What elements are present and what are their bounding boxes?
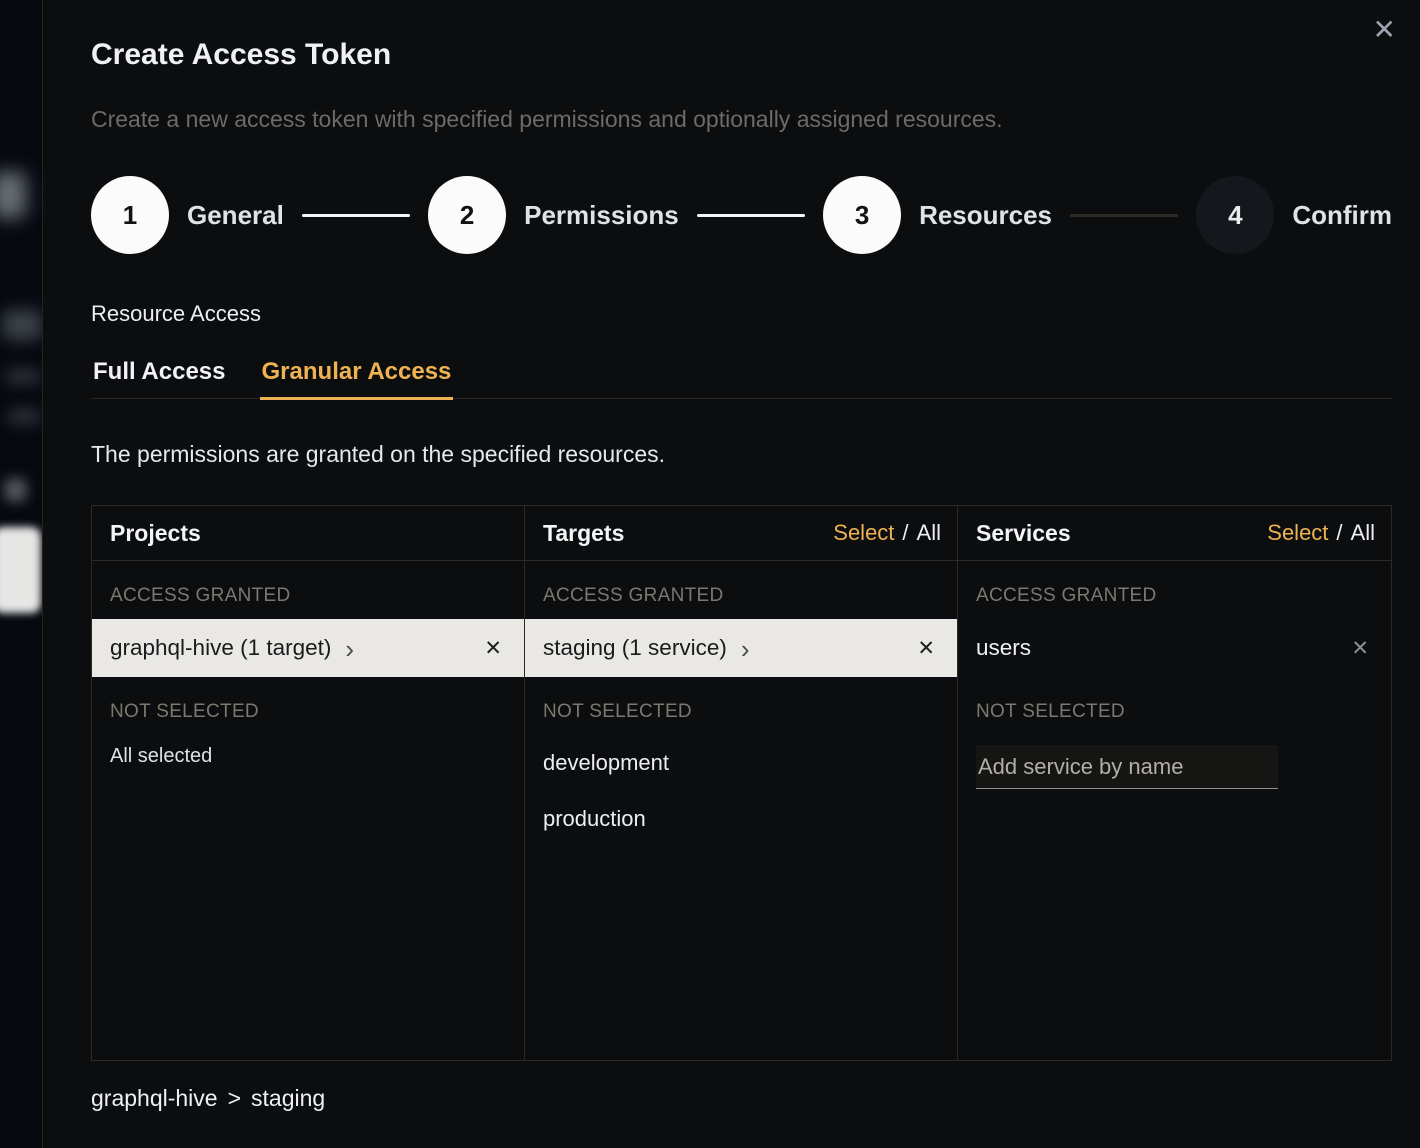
selected-project-row[interactable]: graphql-hive (1 target) › ✕ <box>92 619 524 677</box>
slash-separator: / <box>902 520 908 546</box>
step-connector <box>302 214 410 217</box>
add-service-input[interactable] <box>976 745 1278 789</box>
background-blur-blob <box>0 172 26 218</box>
resource-access-heading: Resource Access <box>91 300 1392 328</box>
access-granted-label: ACCESS GRANTED <box>525 561 957 619</box>
step-number-badge: 1 <box>91 176 169 254</box>
services-column: Services Select / All ACCESS GRANTED use… <box>958 506 1391 1060</box>
targets-all-link[interactable]: All <box>917 520 941 546</box>
step-number-badge: 3 <box>823 176 901 254</box>
not-selected-label: NOT SELECTED <box>525 677 957 735</box>
step-label: Permissions <box>524 200 679 231</box>
remove-project-icon[interactable]: ✕ <box>482 636 504 661</box>
breadcrumb-separator: > <box>228 1085 241 1112</box>
services-select-link[interactable]: Select <box>1267 520 1328 546</box>
close-icon[interactable]: ✕ <box>1369 12 1400 48</box>
access-granted-label: ACCESS GRANTED <box>958 561 1391 619</box>
granular-access-description: The permissions are granted on the speci… <box>91 439 1392 469</box>
step-resources[interactable]: 3 Resources <box>823 176 1052 254</box>
create-access-token-dialog: ✕ Create Access Token Create a new acces… <box>42 0 1420 1148</box>
targets-select-link[interactable]: Select <box>833 520 894 546</box>
step-permissions[interactable]: 2 Permissions <box>428 176 679 254</box>
screen: ✕ Create Access Token Create a new acces… <box>0 0 1420 1148</box>
column-title: Projects <box>110 520 201 547</box>
not-selected-label: NOT SELECTED <box>958 677 1391 735</box>
step-general[interactable]: 1 General <box>91 176 284 254</box>
selected-service-row[interactable]: users ✕ <box>958 619 1391 677</box>
chevron-right-icon: › <box>741 634 750 662</box>
remove-service-icon[interactable]: ✕ <box>1349 636 1371 661</box>
not-selected-label: NOT SELECTED <box>92 677 524 735</box>
step-confirm[interactable]: 4 Confirm <box>1196 176 1392 254</box>
step-number-badge: 4 <box>1196 176 1274 254</box>
background-blur-text <box>5 368 41 385</box>
remove-target-icon[interactable]: ✕ <box>915 636 937 661</box>
column-title: Services <box>976 520 1071 547</box>
background-blur-text <box>7 408 41 425</box>
services-all-link[interactable]: All <box>1351 520 1375 546</box>
background-blur-text <box>2 310 42 340</box>
services-column-header: Services Select / All <box>958 506 1391 561</box>
step-connector <box>1070 214 1178 217</box>
step-label: Resources <box>919 200 1052 231</box>
step-label: Confirm <box>1292 200 1392 231</box>
step-connector <box>697 214 805 217</box>
projects-column-header: Projects <box>92 506 524 561</box>
slash-separator: / <box>1336 520 1342 546</box>
selected-target-label: staging (1 service) <box>543 635 727 661</box>
services-select-all-links: Select / All <box>1267 520 1375 546</box>
breadcrumb-target: staging <box>251 1085 325 1112</box>
breadcrumb: graphql-hive > staging <box>91 1085 1392 1112</box>
dialog-title: Create Access Token <box>91 36 1392 74</box>
column-title: Targets <box>543 520 624 547</box>
resource-selection-table: Projects ACCESS GRANTED graphql-hive (1 … <box>91 505 1392 1061</box>
projects-column: Projects ACCESS GRANTED graphql-hive (1 … <box>92 506 525 1060</box>
breadcrumb-project: graphql-hive <box>91 1085 218 1112</box>
wizard-stepper: 1 General 2 Permissions 3 Resources 4 Co… <box>91 176 1392 254</box>
background-page <box>0 0 42 1148</box>
targets-select-all-links: Select / All <box>833 520 941 546</box>
chevron-right-icon: › <box>345 634 354 662</box>
tab-granular-access[interactable]: Granular Access <box>260 358 454 400</box>
all-selected-note: All selected <box>92 735 524 768</box>
background-blur-card <box>0 527 41 613</box>
targets-column: Targets Select / All ACCESS GRANTED stag… <box>525 506 958 1060</box>
selected-service-label: users <box>976 635 1031 661</box>
step-label: General <box>187 200 284 231</box>
access-granted-label: ACCESS GRANTED <box>92 561 524 619</box>
target-option-production[interactable]: production <box>525 791 957 847</box>
selected-target-row[interactable]: staging (1 service) › ✕ <box>525 619 957 677</box>
dialog-subtitle: Create a new access token with specified… <box>91 104 1392 134</box>
tab-full-access[interactable]: Full Access <box>91 358 228 400</box>
selected-project-label: graphql-hive (1 target) <box>110 635 331 661</box>
target-option-development[interactable]: development <box>525 735 957 791</box>
access-tabs: Full Access Granular Access <box>91 358 1392 399</box>
background-blur-icon <box>4 478 27 502</box>
targets-column-header: Targets Select / All <box>525 506 957 561</box>
step-number-badge: 2 <box>428 176 506 254</box>
